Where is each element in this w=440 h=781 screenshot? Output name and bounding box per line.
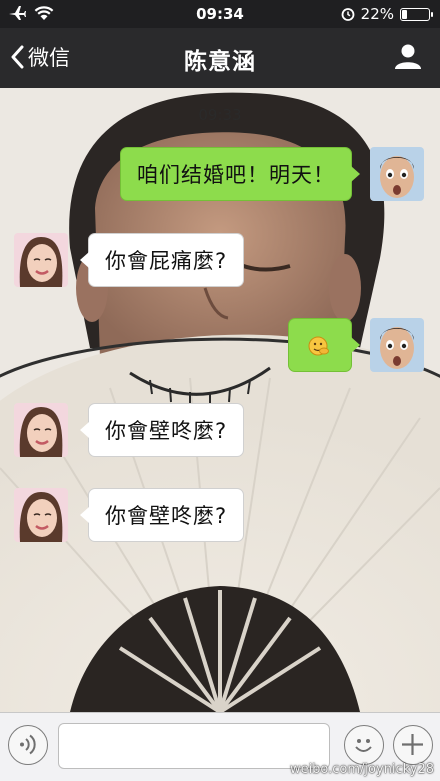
nav-bar: 微信 陈意涵 xyxy=(0,28,440,88)
message-timestamp: 09:33 xyxy=(198,106,242,124)
voice-toggle-button[interactable] xyxy=(8,725,48,765)
battery-percent: 22% xyxy=(360,5,394,23)
voice-wave-icon xyxy=(20,734,36,755)
more-options-button[interactable] xyxy=(393,725,433,765)
battery-icon xyxy=(400,7,433,21)
contact-avatar-image xyxy=(14,403,68,457)
contact-profile-button[interactable] xyxy=(394,42,422,74)
my-avatar-image xyxy=(370,318,424,372)
contact-avatar[interactable] xyxy=(14,233,68,287)
outgoing-message-bubble[interactable]: 咱们结婚吧！明天！ xyxy=(120,147,360,201)
alarm-clock-icon xyxy=(341,8,355,21)
incoming-message-bubble[interactable]: 你會屁痛麼? xyxy=(79,233,245,287)
contact-avatar[interactable] xyxy=(14,488,68,542)
status-bar: 09:34 22% xyxy=(0,0,440,28)
my-avatar-image xyxy=(370,147,424,201)
smiley-icon xyxy=(355,739,372,752)
battery-level-fill xyxy=(402,9,407,19)
plus-icon xyxy=(402,734,423,755)
outgoing-sticker-bubble[interactable] xyxy=(288,318,360,372)
weibo-watermark: weibo.com/joynicky28 xyxy=(289,762,434,777)
incoming-message-bubble[interactable]: 你會壁咚麼? xyxy=(79,403,245,457)
input-bar: weibo.com/joynicky28 xyxy=(0,712,440,781)
shy-hand-face-emoji-icon xyxy=(308,336,329,356)
contact-avatar-image xyxy=(14,233,68,287)
my-avatar[interactable] xyxy=(370,147,424,201)
status-right: 22% xyxy=(341,5,433,23)
emoji-button[interactable] xyxy=(344,725,384,765)
person-icon xyxy=(395,44,421,69)
contact-avatar[interactable] xyxy=(14,403,68,457)
chat-title: 陈意涵 xyxy=(184,49,256,75)
chat-area[interactable]: 09:33 咱们结婚吧！明天！ 你會屁痛麼? 你會壁咚麼? 你會壁咚麼? xyxy=(0,88,440,712)
incoming-message-bubble[interactable]: 你會壁咚麼? xyxy=(79,488,245,542)
contact-avatar-image xyxy=(14,488,68,542)
my-avatar[interactable] xyxy=(370,318,424,372)
